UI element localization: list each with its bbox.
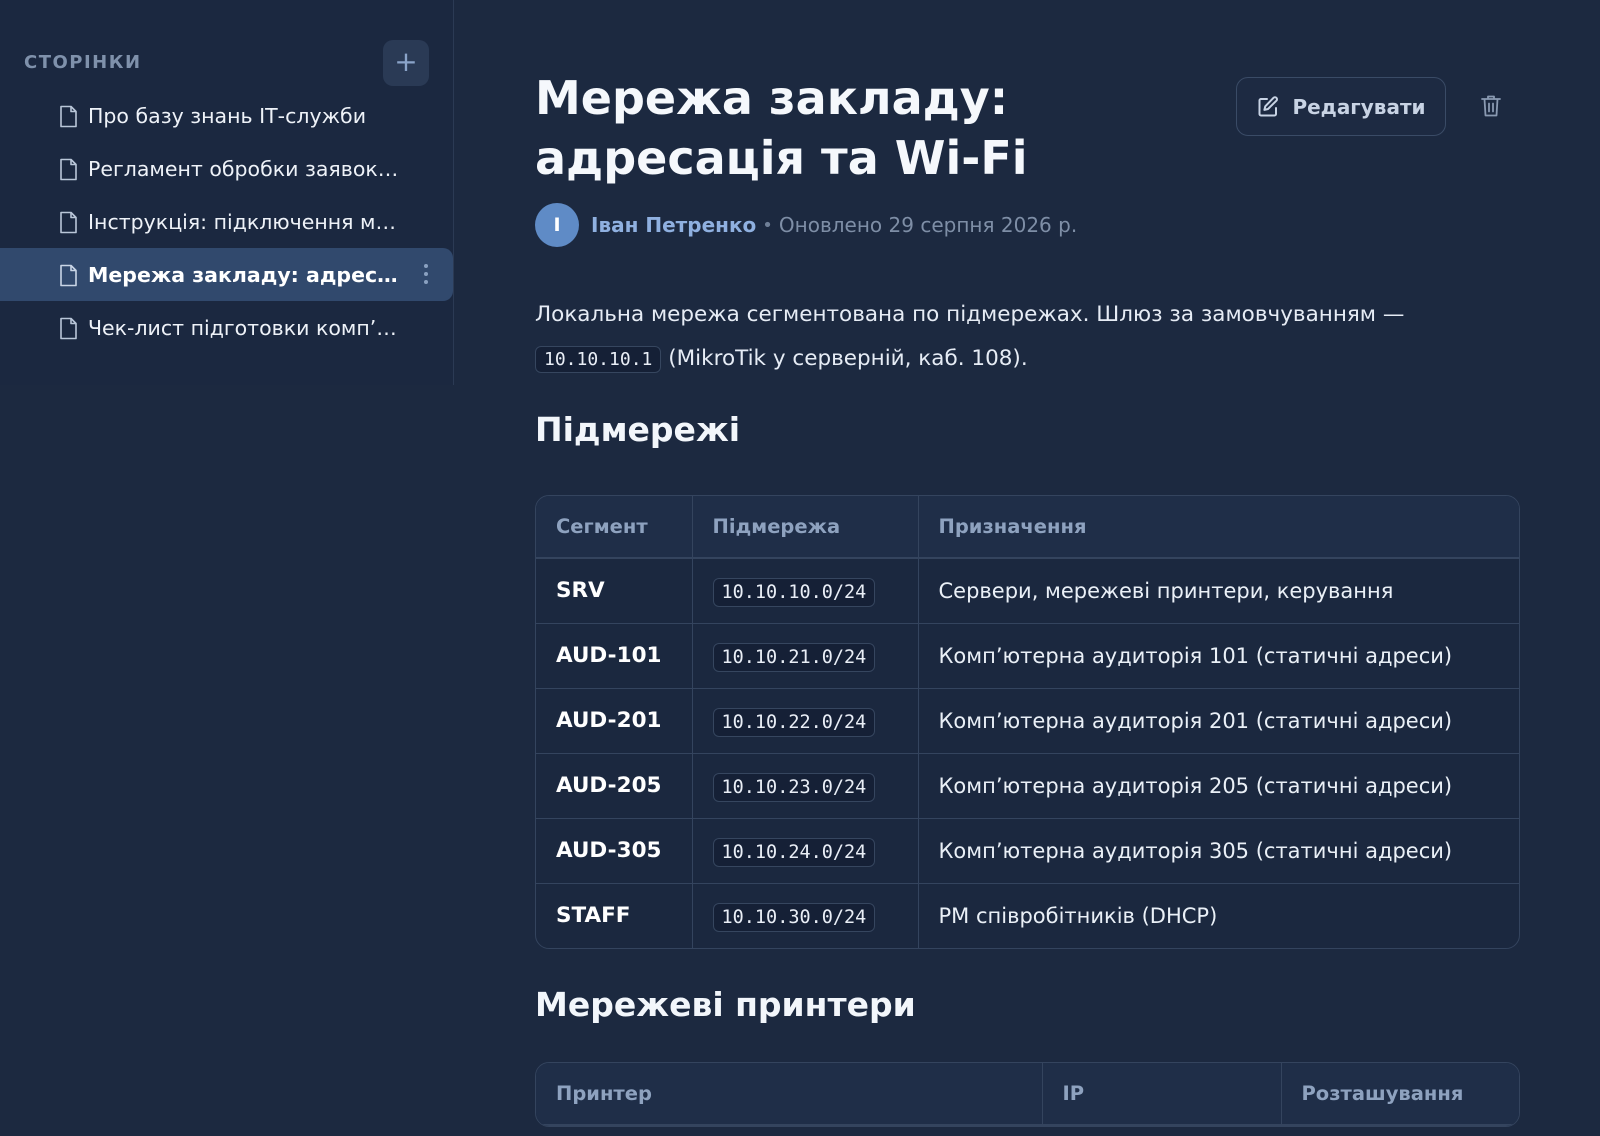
- document-icon: [60, 105, 77, 128]
- sidebar-item[interactable]: Регламент обробки заявок …: [0, 142, 453, 195]
- subnet-code: 10.10.30.0/24: [712, 902, 876, 932]
- document-icon: [60, 211, 77, 234]
- purpose-cell: РМ співробітників (DHCP): [938, 903, 1218, 928]
- subnet-cell: 10.10.30.0/24: [692, 883, 919, 948]
- column-header: Принтер: [536, 1063, 1043, 1126]
- purpose-cell: Комп’ютерна аудиторія 305 (статичні адре…: [918, 818, 1519, 884]
- subnet-code: 10.10.22.0/24: [712, 707, 876, 737]
- sidebar-item-label: Чек-лист підготовки комп’…: [88, 315, 397, 340]
- subnet-code: 10.10.24.0/24: [712, 837, 876, 867]
- subnets-table: Сегмент Підмережа Призначення SRV 10.10.…: [535, 495, 1520, 949]
- purpose-cell: Сервери, мережеві принтери, керування: [918, 558, 1519, 624]
- sidebar-item-label: Мережа закладу: адресац…: [88, 262, 400, 287]
- sidebar-item[interactable]: Інструкція: підключення ме…: [0, 195, 453, 248]
- column-header: Підмережа: [692, 496, 919, 559]
- document-icon: [60, 264, 77, 287]
- document-icon: [60, 158, 77, 181]
- purpose-cell: Комп’ютерна аудиторія 101 (статичні адре…: [918, 623, 1519, 689]
- sidebar-title: СТОРІНКИ: [24, 52, 142, 73]
- edit-icon: [1258, 95, 1279, 116]
- printers-heading: Мережеві принтери: [535, 985, 916, 1024]
- page-meta: І Іван Петренко • Оновлено 29 серпня 202…: [535, 203, 1077, 247]
- segment-cell: STAFF: [536, 883, 693, 948]
- trash-icon: [1481, 95, 1501, 117]
- intro-paragraph: Локальна мережа сегментована по підмереж…: [535, 293, 1520, 382]
- printers-table: Принтер IP Розташування: [535, 1062, 1520, 1127]
- table-header-row: Сегмент Підмережа Призначення: [536, 496, 1519, 559]
- table-row: AUD-201 10.10.22.0/24 Комп’ютерна аудито…: [536, 688, 1519, 754]
- subnet-cell: 10.10.10.0/24: [692, 558, 919, 624]
- column-header: IP: [1042, 1063, 1282, 1126]
- meta-separator: •: [762, 214, 773, 236]
- delete-button[interactable]: [1475, 90, 1507, 122]
- subnets-heading: Підмережі: [535, 410, 741, 449]
- subnet-code: 10.10.10.0/24: [712, 577, 876, 607]
- gateway-code: 10.10.10.1: [535, 346, 662, 373]
- intro-text: Локальна мережа сегментована по підмереж…: [535, 302, 1405, 327]
- edit-button-label: Редагувати: [1292, 94, 1426, 119]
- page-list: Про базу знань ІТ-служби Регламент оброб…: [0, 89, 453, 354]
- subnet-cell: 10.10.21.0/24: [692, 623, 919, 689]
- edit-button[interactable]: Редагувати: [1236, 77, 1446, 136]
- purpose-cell: Комп’ютерна аудиторія 201 (статичні адре…: [918, 688, 1519, 754]
- table-row: AUD-305 10.10.24.0/24 Комп’ютерна аудито…: [536, 818, 1519, 884]
- intro-text-2: (MikroTik у серверній, каб. 108).: [668, 346, 1028, 371]
- segment-cell: AUD-101: [536, 623, 693, 689]
- segment-cell: AUD-205: [536, 753, 693, 819]
- document-icon: [60, 317, 77, 340]
- sidebar-item[interactable]: Про базу знань ІТ-служби: [0, 89, 453, 142]
- sidebar-item[interactable]: Чек-лист підготовки комп’…: [0, 301, 453, 354]
- segment-cell: AUD-305: [536, 818, 693, 884]
- table-row: STAFF 10.10.30.0/24 РМ співробітників (D…: [536, 883, 1519, 948]
- table-row: AUD-205 10.10.23.0/24 Комп’ютерна аудито…: [536, 753, 1519, 819]
- subnet-code: 10.10.23.0/24: [712, 772, 876, 802]
- table-row: AUD-101 10.10.21.0/24 Комп’ютерна аудито…: [536, 623, 1519, 689]
- column-header: Розташування: [1281, 1063, 1519, 1126]
- sidebar-header: СТОРІНКИ +: [24, 40, 429, 86]
- segment-cell: AUD-201: [536, 688, 693, 754]
- segment-cell: SRV: [536, 558, 693, 624]
- add-page-button[interactable]: +: [383, 40, 429, 86]
- avatar: І: [535, 203, 579, 247]
- updated-date: Оновлено 29 серпня 2026 р.: [778, 213, 1078, 237]
- subnet-code: 10.10.21.0/24: [712, 642, 876, 672]
- page-title: Мережа закладу: адресація та Wi-Fi: [535, 71, 1028, 185]
- subnet-cell: 10.10.24.0/24: [692, 818, 919, 884]
- subnet-cell: 10.10.22.0/24: [692, 688, 919, 754]
- sidebar: СТОРІНКИ + Про базу знань ІТ-служби Регл…: [0, 0, 454, 385]
- column-header: Сегмент: [536, 496, 693, 559]
- column-header: Призначення: [918, 496, 1519, 559]
- sidebar-item-active[interactable]: Мережа закладу: адресац…: [0, 248, 453, 301]
- subnet-cell: 10.10.23.0/24: [692, 753, 919, 819]
- sidebar-item-label: Інструкція: підключення ме…: [88, 209, 400, 234]
- purpose-cell: Комп’ютерна аудиторія 205 (статичні адре…: [918, 753, 1519, 819]
- sidebar-item-label: Регламент обробки заявок …: [88, 156, 400, 181]
- table-row: SRV 10.10.10.0/24 Сервери, мережеві прин…: [536, 558, 1519, 624]
- table-header-row: Принтер IP Розташування: [536, 1063, 1519, 1126]
- sidebar-item-label: Про базу знань ІТ-служби: [88, 103, 367, 128]
- more-vertical-icon[interactable]: [423, 262, 429, 286]
- author-name[interactable]: Іван Петренко: [591, 213, 756, 237]
